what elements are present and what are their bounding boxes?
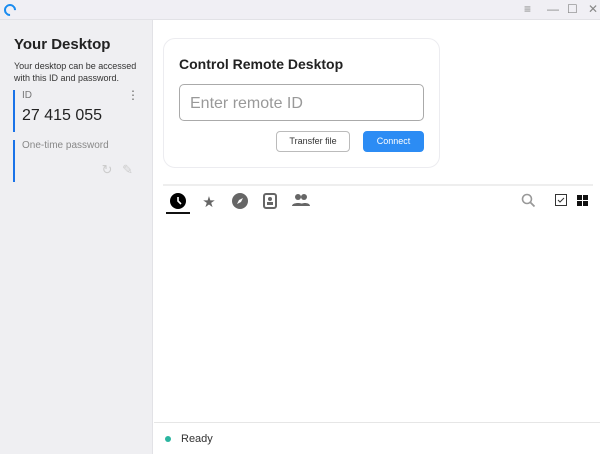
transfer-file-button[interactable]: Transfer file: [276, 131, 350, 152]
grid-view-icon[interactable]: [572, 193, 592, 210]
group-tab-people-icon[interactable]: [291, 193, 311, 211]
sidebar-description: Your desktop can be accessed with this I…: [14, 61, 137, 83]
status-bar: Ready: [154, 422, 600, 454]
id-section: ID 27 415 055 ⋮: [13, 89, 139, 132]
minimize-icon[interactable]: —: [547, 2, 559, 16]
search-icon[interactable]: [518, 193, 538, 212]
connect-card: Control Remote Desktop Enter remote ID T…: [163, 38, 440, 168]
active-tab-indicator: [166, 212, 190, 214]
title-bar: ≡ — ☐ ✕: [0, 0, 600, 20]
sidebar: Your Desktop Your desktop can be accesse…: [0, 20, 153, 454]
status-indicator: [165, 436, 171, 442]
more-options-icon[interactable]: ⋮: [127, 89, 139, 101]
card-title: Control Remote Desktop: [179, 56, 344, 72]
address-book-tab-icon[interactable]: [260, 193, 280, 213]
status-text: Ready: [181, 433, 213, 445]
id-value[interactable]: 27 415 055: [22, 107, 139, 125]
favorites-tab-star-icon[interactable]: ★: [199, 193, 219, 211]
password-label: One-time password: [22, 140, 109, 151]
maximize-icon[interactable]: ☐: [567, 2, 578, 16]
connect-button[interactable]: Connect: [363, 131, 424, 152]
select-checkbox-icon[interactable]: [551, 193, 571, 210]
remote-id-input[interactable]: Enter remote ID: [179, 84, 424, 121]
sidebar-title: Your Desktop: [14, 36, 111, 53]
close-icon[interactable]: ✕: [588, 2, 598, 16]
edit-icon[interactable]: ✎: [122, 162, 133, 177]
refresh-icon[interactable]: ↻: [102, 162, 113, 177]
app-logo-icon: [1, 1, 19, 19]
divider: [163, 184, 593, 186]
menu-icon[interactable]: ≡: [524, 2, 531, 16]
discovered-tab-compass-icon[interactable]: [230, 193, 250, 213]
password-section: One-time password ↻ ✎: [13, 140, 139, 182]
id-label: ID: [22, 90, 32, 101]
recent-sessions-tab-clock-icon[interactable]: [168, 193, 188, 213]
